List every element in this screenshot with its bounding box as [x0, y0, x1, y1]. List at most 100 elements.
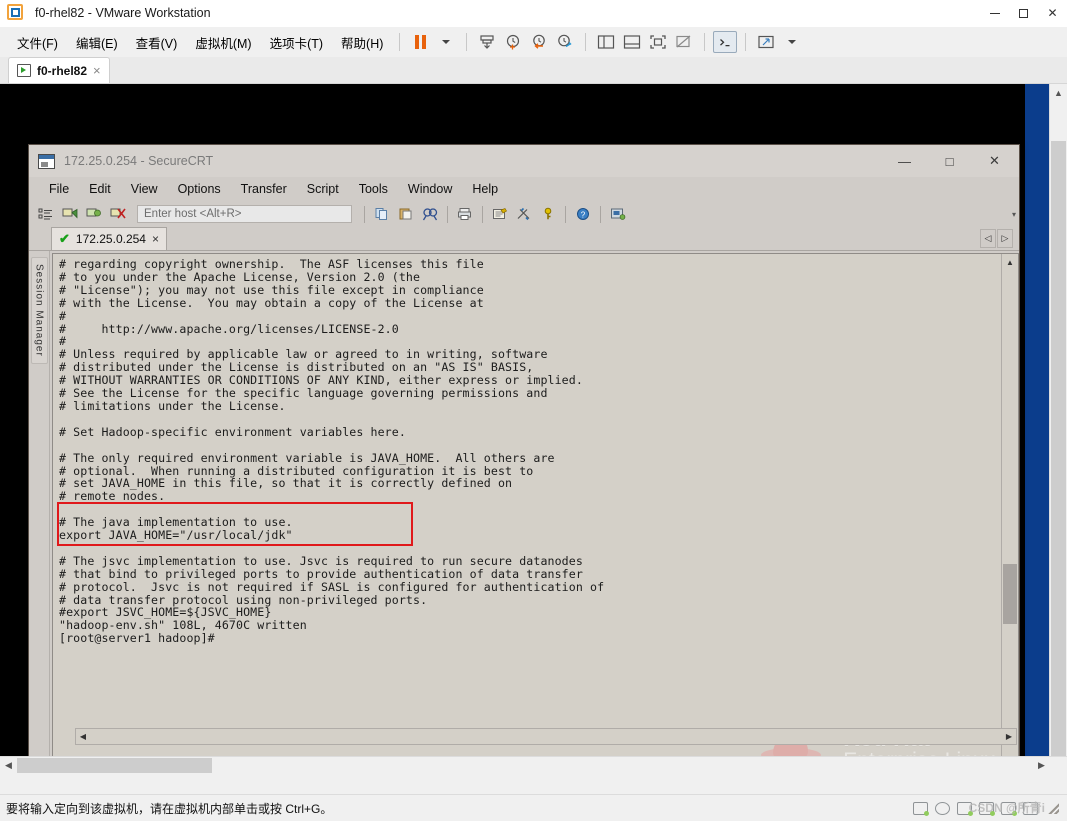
key-icon[interactable]	[537, 204, 559, 224]
session-tab-label: 172.25.0.254	[75, 232, 146, 246]
properties-icon[interactable]	[513, 204, 535, 224]
new-session-icon[interactable]	[607, 204, 629, 224]
terminal-scroll-thumb[interactable]	[1003, 564, 1017, 624]
guest-scroll-left-icon[interactable]: ◀	[0, 757, 17, 774]
crt-menu-view[interactable]: View	[121, 180, 168, 198]
maximize-button[interactable]	[1009, 0, 1038, 26]
hard-disk-icon[interactable]	[913, 801, 929, 816]
crt-menu-help[interactable]: Help	[462, 180, 508, 198]
terminal-scroll-up-icon[interactable]: ▲	[1002, 254, 1018, 270]
toolbar-overflow-caret-icon[interactable]: ▾	[1012, 210, 1016, 219]
menu-edit[interactable]: 编辑(E)	[67, 29, 127, 56]
vmware-workstation-window: f0-rhel82 - VMware Workstation ✕ 文件(F) 编…	[0, 0, 1067, 821]
send-ctrl-alt-del-icon[interactable]	[712, 31, 738, 53]
crt-menu-edit[interactable]: Edit	[79, 180, 121, 198]
vmware-status-bar: 要将输入定向到该虚拟机，请在虚拟机内部单击或按 Ctrl+G。 CSDN @所青…	[0, 794, 1067, 821]
vm-tab-close-icon[interactable]: ×	[93, 63, 101, 78]
session-tab-close-icon[interactable]: ×	[152, 232, 159, 246]
window-resize-grip[interactable]	[1047, 802, 1059, 814]
terminal-vertical-scrollbar[interactable]: ▲ ▼	[1001, 254, 1018, 767]
vm-tab-f0-rhel82[interactable]: f0-rhel82 ×	[8, 57, 110, 83]
minimize-button[interactable]	[980, 0, 1009, 26]
paste-icon[interactable]	[395, 204, 417, 224]
stretch-dropdown-caret-icon[interactable]	[779, 31, 805, 53]
terminal-horizontal-scrollbar[interactable]: ◀ ▶	[75, 728, 1017, 745]
fullscreen-icon[interactable]	[645, 31, 671, 53]
connect-in-tab-icon[interactable]	[83, 204, 105, 224]
crt-minimize-button[interactable]: —	[882, 145, 927, 177]
svg-text:?: ?	[581, 210, 586, 219]
revert-snapshot-icon[interactable]	[526, 31, 552, 53]
connected-check-icon: ✔	[59, 231, 70, 246]
crt-menu-options[interactable]: Options	[168, 180, 231, 198]
vm-device-icons: CSDN @所青i	[913, 801, 1059, 816]
securecrt-session-tab-row: ✔ 172.25.0.254 × ◁ ▷	[29, 227, 1019, 251]
terminal-screen[interactable]: # regarding copyright ownership. The ASF…	[53, 254, 1001, 767]
crt-toolbar-divider	[447, 205, 448, 223]
snapshot-manager-icon[interactable]	[474, 31, 500, 53]
session-manager-icon[interactable]	[35, 204, 57, 224]
manage-snapshots-icon[interactable]	[552, 31, 578, 53]
menu-vm[interactable]: 虚拟机(M)	[186, 29, 260, 56]
copy-icon[interactable]	[371, 204, 393, 224]
guest-vertical-scrollbar[interactable]: ▲	[1049, 84, 1067, 774]
crt-menu-window[interactable]: Window	[398, 180, 462, 198]
help-icon[interactable]: ?	[572, 204, 594, 224]
cd-drive-icon[interactable]	[935, 801, 950, 815]
vm-tab-label: f0-rhel82	[37, 63, 88, 78]
vmware-title-bar: f0-rhel82 - VMware Workstation ✕	[0, 0, 1067, 27]
crt-toolbar-divider	[600, 205, 601, 223]
terminal-scroll-left-icon[interactable]: ◀	[76, 730, 90, 743]
securecrt-window-controls: — □ ✕	[882, 145, 1017, 177]
vm-tab-strip: f0-rhel82 ×	[0, 57, 1067, 84]
unity-mode-icon[interactable]	[671, 31, 697, 53]
stretch-guest-icon[interactable]	[753, 31, 779, 53]
crt-toolbar-divider	[482, 205, 483, 223]
guest-horizontal-scrollbar[interactable]: ◀ ▶	[0, 756, 1067, 774]
menu-file[interactable]: 文件(F)	[8, 29, 67, 56]
host-input-placeholder: Enter host <Alt+R>	[144, 208, 242, 220]
crt-menu-tools[interactable]: Tools	[349, 180, 398, 198]
crt-menu-file[interactable]: File	[39, 180, 79, 198]
disconnect-icon[interactable]	[107, 204, 129, 224]
power-dropdown-caret-icon[interactable]	[433, 31, 459, 53]
log-session-icon[interactable]	[489, 204, 511, 224]
session-tab-nav: ◁ ▷	[980, 229, 1013, 248]
guest-scroll-right-icon[interactable]: ▶	[1033, 757, 1050, 774]
toolbar-divider	[704, 33, 706, 51]
menu-tabs[interactable]: 选项卡(T)	[261, 29, 332, 56]
vmware-window-controls: ✕	[980, 0, 1067, 26]
tab-scroll-left-icon[interactable]: ◁	[980, 229, 996, 248]
guest-scroll-up-icon[interactable]: ▲	[1050, 84, 1067, 101]
crt-maximize-button[interactable]: □	[927, 145, 972, 177]
session-manager-panel[interactable]: Session Manager	[29, 251, 50, 768]
terminal-scroll-right-icon[interactable]: ▶	[1002, 730, 1016, 743]
menu-view[interactable]: 查看(V)	[127, 29, 187, 56]
print-icon[interactable]	[454, 204, 476, 224]
terminal-text: # regarding copyright ownership. The ASF…	[59, 257, 605, 646]
pause-icon[interactable]	[407, 31, 433, 53]
crt-menu-script[interactable]: Script	[297, 180, 349, 198]
take-snapshot-icon[interactable]	[500, 31, 526, 53]
guest-hscroll-thumb[interactable]	[17, 758, 212, 773]
show-sidebar-icon[interactable]	[593, 31, 619, 53]
vmware-menu-bar: 文件(F) 编辑(E) 查看(V) 虚拟机(M) 选项卡(T) 帮助(H)	[0, 27, 1067, 57]
vm-guest-viewport[interactable]: 172.25.0.254 - SecureCRT — □ ✕ File Edit…	[0, 84, 1067, 774]
show-console-view-icon[interactable]	[619, 31, 645, 53]
securecrt-body: Session Manager # regarding copyright ow…	[29, 251, 1019, 768]
guest-scroll-thumb[interactable]	[1051, 141, 1066, 757]
securecrt-window-title: 172.25.0.254 - SecureCRT	[64, 154, 214, 168]
tab-scroll-right-icon[interactable]: ▷	[997, 229, 1013, 248]
crt-menu-transfer[interactable]: Transfer	[231, 180, 297, 198]
menu-help[interactable]: 帮助(H)	[332, 29, 392, 56]
session-tab-172-25-0-254[interactable]: ✔ 172.25.0.254 ×	[51, 227, 167, 250]
find-icon[interactable]	[419, 204, 441, 224]
toolbar-divider	[466, 33, 468, 51]
vmware-logo-icon	[7, 4, 25, 22]
host-input[interactable]: Enter host <Alt+R>	[137, 205, 352, 223]
crt-close-button[interactable]: ✕	[972, 145, 1017, 177]
session-manager-label: Session Manager	[30, 257, 48, 364]
connect-icon[interactable]	[59, 204, 81, 224]
close-button[interactable]: ✕	[1038, 0, 1067, 26]
securecrt-title-bar: 172.25.0.254 - SecureCRT — □ ✕	[29, 145, 1019, 177]
